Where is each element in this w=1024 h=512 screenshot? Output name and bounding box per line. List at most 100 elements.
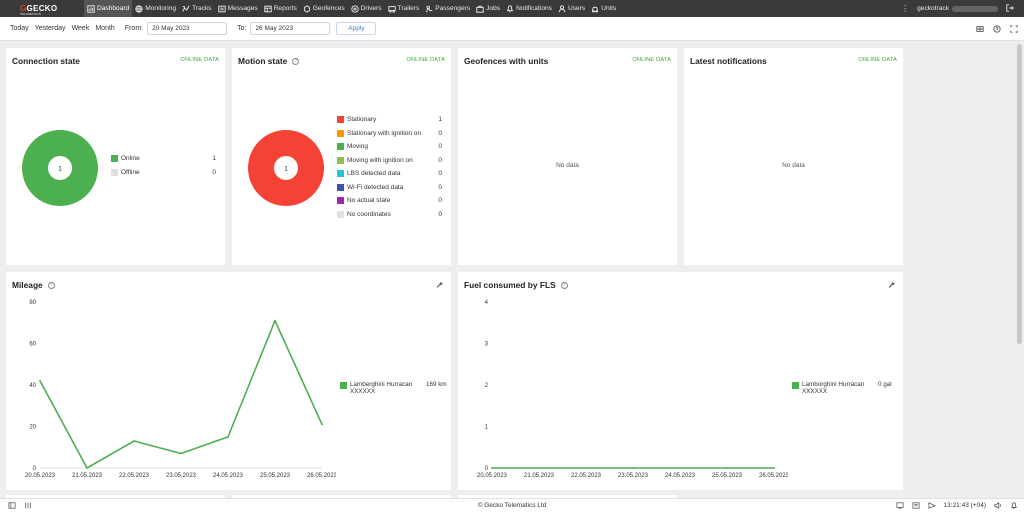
- month-link[interactable]: Month: [95, 25, 114, 32]
- data-point: [491, 467, 493, 469]
- jobs-icon: [476, 5, 486, 13]
- data-point: [227, 435, 229, 438]
- legend-label: Stationary with ignition on: [347, 129, 422, 137]
- x-tick-label: 22.05.2023: [119, 473, 150, 479]
- x-tick-label: 25.05.2023: [260, 473, 291, 479]
- week-link[interactable]: Week: [72, 25, 90, 32]
- messages-log-icon[interactable]: [912, 502, 920, 509]
- units-icon: [591, 5, 601, 13]
- card-title: Geofences with units: [464, 56, 549, 66]
- user-area: ⋮ geckotrack: [901, 0, 1024, 17]
- nav-item-reports[interactable]: Reports: [261, 0, 300, 17]
- legend-name: Lamborghini Hurracan XXXXXX: [802, 381, 865, 395]
- legend-label: Online: [121, 155, 140, 162]
- to-date-input[interactable]: [250, 22, 331, 35]
- columns-icon[interactable]: [24, 502, 32, 509]
- y-tick-label: 1: [485, 425, 489, 431]
- data-point: [632, 467, 634, 469]
- legend-value: 0: [438, 170, 442, 177]
- nav-item-users[interactable]: Users: [555, 0, 588, 17]
- apply-button[interactable]: Apply: [336, 22, 377, 35]
- legend-item: Moving: [337, 143, 368, 150]
- data-point: [133, 440, 135, 442]
- bottom-right-tools: 13:21:43 (+04): [888, 502, 1018, 509]
- x-tick-label: 22.05.2023: [571, 473, 602, 479]
- help-icon[interactable]: [993, 25, 1001, 33]
- nav-item-label: Dashboard: [97, 5, 130, 12]
- passengers-icon: [425, 5, 435, 13]
- nav-item-passengers[interactable]: Passengers: [422, 0, 473, 17]
- legend-label: Stationary: [347, 116, 377, 123]
- notifications-icon: [506, 4, 516, 13]
- nav-item-units[interactable]: Units: [588, 0, 619, 17]
- nav-item-jobs[interactable]: Jobs: [473, 0, 503, 17]
- notifications-bell-icon[interactable]: [1010, 502, 1018, 509]
- page-scrollbar[interactable]: [1017, 44, 1022, 344]
- legend-label: Moving: [347, 143, 368, 150]
- nav-item-tracks[interactable]: Tracks: [179, 0, 215, 17]
- data-point: [726, 467, 728, 469]
- card-title: Motion state?: [238, 56, 300, 66]
- x-tick-label: 23.05.2023: [618, 473, 649, 479]
- sound-icon[interactable]: [994, 502, 1002, 509]
- nav-item-monitoring[interactable]: Monitoring: [132, 0, 179, 17]
- geofences-icon: [303, 4, 313, 13]
- online-data-badge: ONLINE DATA: [858, 57, 897, 63]
- connection-state-card: Connection state ONLINE DATA 1 Online 1 Of…: [6, 48, 225, 265]
- pie-center-value: 1: [284, 166, 288, 173]
- legend-label: LBS detected data: [347, 170, 401, 177]
- events-icon[interactable]: [928, 502, 936, 509]
- nav-item-label: Jobs: [486, 5, 501, 12]
- pie-center-value: 1: [58, 166, 62, 173]
- from-label: From:: [124, 25, 144, 32]
- brand-logo[interactable]: GGECKO TELEMATICS: [0, 0, 84, 17]
- settings-wrench-icon[interactable]: [436, 281, 443, 288]
- mileage-line-chart: 0 20 40 60 80 20.05.2023 21.05.2023 22.05.2023 2…: [25, 300, 336, 479]
- y-tick-label: 40: [29, 383, 36, 389]
- online-data-badge: ONLINE DATA: [632, 57, 671, 63]
- legend-swatch: [337, 143, 344, 150]
- legend-value: 0: [438, 143, 442, 150]
- x-tick-label: 26.05.2023: [307, 473, 336, 479]
- nav-item-label: Tracks: [192, 5, 212, 12]
- no-data-text: No data: [556, 162, 579, 169]
- dashboard-layout-icon[interactable]: [976, 25, 984, 33]
- legend-value: 1: [438, 116, 442, 123]
- card-title-text: Motion state: [238, 56, 288, 66]
- legend-swatch: [337, 197, 344, 204]
- legend-swatch: [337, 156, 344, 164]
- data-point: [679, 467, 681, 469]
- y-tick-label: 20: [29, 425, 36, 431]
- x-tick-label: 20.05.2023: [477, 473, 508, 479]
- legend-item: Stationary: [337, 116, 376, 123]
- y-tick-label: 4: [485, 300, 489, 306]
- nav-item-messages[interactable]: Messages: [215, 0, 261, 17]
- fullscreen-icon[interactable]: [1010, 25, 1018, 33]
- monitor-icon[interactable]: [896, 502, 904, 509]
- help-icon[interactable]: ?: [292, 57, 300, 65]
- more-menu-icon[interactable]: ⋮: [901, 4, 909, 13]
- legend-swatch: [792, 382, 799, 389]
- panel-toggle-icon[interactable]: [8, 502, 16, 509]
- legend-item: Online: [111, 155, 140, 162]
- nav-item-drivers[interactable]: Drivers: [348, 0, 385, 17]
- logout-icon[interactable]: [1006, 3, 1024, 14]
- username[interactable]: geckotrack: [917, 5, 949, 12]
- nav-item-notifications[interactable]: Notifications: [503, 0, 555, 17]
- to-label: To:: [237, 25, 247, 32]
- nav-item-dashboard[interactable]: Dashboard: [84, 0, 133, 17]
- series-line: [39, 319, 323, 469]
- yesterday-link[interactable]: Yesterday: [35, 25, 66, 32]
- settings-wrench-icon[interactable]: [888, 281, 895, 288]
- from-date-input[interactable]: [147, 22, 228, 35]
- legend-item: Offline: [111, 168, 140, 176]
- legend-swatch: [111, 155, 118, 162]
- mileage-legend: Lamberghini Hurracan XXXXXX 169 km: [340, 381, 450, 395]
- today-link[interactable]: Today: [10, 25, 29, 32]
- nav-item-label: Drivers: [360, 5, 382, 12]
- nav-item-trailers[interactable]: Trailers: [385, 0, 423, 17]
- no-data-text: No data: [782, 162, 805, 169]
- nav-item-label: Messages: [227, 5, 258, 12]
- legend-value: 0: [212, 168, 216, 176]
- nav-item-geofences[interactable]: Geofences: [300, 0, 348, 17]
